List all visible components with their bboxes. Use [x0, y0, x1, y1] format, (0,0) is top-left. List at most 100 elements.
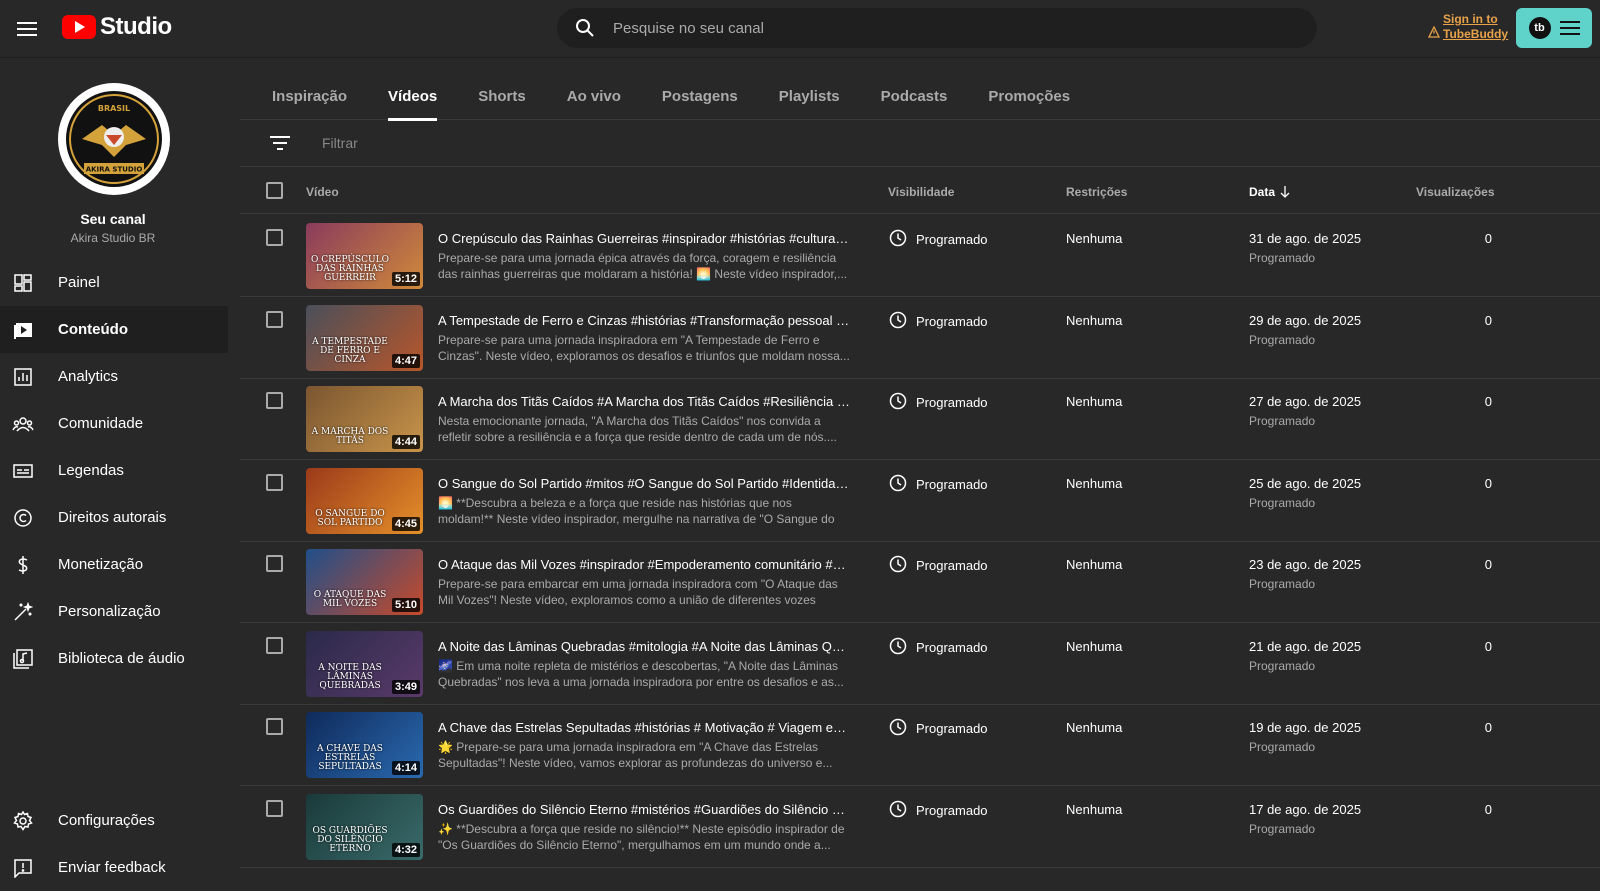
table-row[interactable]: OS GUARDIÕES DO SILÊNCIO ETERNO 4:32 Os Gu…	[240, 786, 1600, 868]
tab-playlists[interactable]: Playlists	[779, 58, 840, 120]
sidebar-item-legendas[interactable]: Legendas	[0, 447, 228, 494]
video-thumbnail[interactable]: A CHAVE DAS ESTRELAS SEPULTADAS 4:14	[306, 712, 423, 778]
row-checkbox[interactable]	[266, 636, 283, 654]
table-row[interactable]: O SANGUE DO SOL PARTIDO 4:45 O Sangue do S…	[240, 460, 1600, 542]
sidebar-item-conteudo[interactable]: Conteúdo	[0, 306, 228, 353]
column-header-date[interactable]: Data	[1249, 185, 1290, 199]
row-checkbox[interactable]	[266, 718, 283, 735]
tab-podcasts[interactable]: Podcasts	[881, 58, 948, 120]
column-header-views[interactable]: Visualizações	[1416, 185, 1495, 199]
video-title[interactable]: O Ataque das Mil Vozes #inspirador #Empo…	[438, 557, 850, 572]
video-duration: 3:49	[391, 679, 420, 694]
row-checkbox[interactable]	[266, 392, 283, 409]
row-checkbox[interactable]	[266, 229, 283, 246]
tubebuddy-sign-in-link[interactable]: Sign in to TubeBuddy	[1428, 12, 1508, 42]
studio-logo[interactable]: Studio	[62, 13, 172, 41]
tubebuddy-sign-line1[interactable]: Sign in to	[1443, 12, 1508, 27]
video-title[interactable]: Os Guardiões do Silêncio Eterno #mistéri…	[438, 802, 850, 817]
sidebar-item-enviar-feedback[interactable]: Enviar feedback	[0, 844, 228, 891]
sidebar-item-painel[interactable]: Painel	[0, 259, 228, 306]
filter-input[interactable]: Filtrar	[322, 135, 358, 151]
video-description: Nesta emocionante jornada, "A Marcha dos…	[438, 414, 837, 444]
thumbnail-title: OS GUARDIÕES DO SILÊNCIO ETERNO	[312, 825, 388, 854]
video-thumbnail[interactable]: OS GUARDIÕES DO SILÊNCIO ETERNO 4:32	[306, 793, 423, 860]
sidebar-item-label: Configurações	[58, 812, 155, 829]
visibility-cell[interactable]: Programado	[889, 800, 988, 821]
row-checkbox[interactable]	[266, 310, 283, 328]
tab-inspiracao[interactable]: Inspiração	[272, 58, 347, 120]
date-cell: 19 de ago. de 2025	[1249, 720, 1362, 735]
visibility-cell[interactable]: Programado	[889, 555, 988, 576]
sidebar-item-analytics[interactable]: Analytics	[0, 353, 228, 400]
video-thumbnail[interactable]: O CREPÚSCULO DAS RAINHAS GUERREIR 5:12	[306, 223, 423, 289]
tab-ao-vivo[interactable]: Ao vivo	[567, 58, 621, 120]
sidebar-item-label: Legendas	[58, 462, 124, 479]
date-cell: 21 de ago. de 2025	[1249, 638, 1362, 654]
table-row[interactable]: A CHAVE DAS ESTRELAS SEPULTADAS 4:14 A Cha…	[240, 704, 1600, 786]
row-checkbox[interactable]	[266, 799, 283, 817]
sidebar-item-biblioteca-de-audio[interactable]: Biblioteca de áudio	[0, 635, 228, 682]
filter-icon[interactable]	[270, 135, 290, 151]
row-checkbox[interactable]	[266, 555, 283, 572]
avatar-text-bottom: AKIRA STUDIO	[86, 166, 143, 174]
select-all-checkbox[interactable]	[266, 182, 283, 199]
visibility-cell[interactable]: Programado	[889, 392, 988, 413]
visibility-cell[interactable]: Programado	[889, 229, 988, 250]
table-row[interactable]: A TEMPESTADE DE FERRO E CINZA 4:47 A Tempe…	[240, 297, 1600, 379]
video-title[interactable]: A Chave das Estrelas Sepultadas #históri…	[438, 720, 850, 735]
video-title[interactable]: A Marcha dos Titãs Caídos #A Marcha dos …	[438, 394, 850, 409]
video-thumbnail[interactable]: O ATAQUE DAS MIL VOZES 5:10	[306, 549, 423, 615]
sidebar-item-direitos-autorais[interactable]: Direitos autorais	[0, 494, 228, 541]
tab-promocoes[interactable]: Promoções	[988, 58, 1070, 120]
search-bar[interactable]: Pesquise no seu canal	[557, 8, 1317, 48]
feedback-icon	[12, 857, 34, 879]
date-status: Programado	[1249, 332, 1316, 347]
search-input[interactable]: Pesquise no seu canal	[613, 20, 764, 37]
visibility-label: Programado	[916, 721, 988, 736]
video-thumbnail[interactable]: A NOITE DAS LÂMINAS QUEBRADAS 3:49	[306, 630, 423, 697]
magic-wand-icon	[12, 601, 34, 623]
video-thumbnail[interactable]: O SANGUE DO SOL PARTIDO 4:45	[306, 467, 423, 534]
thumbnail-title: A CHAVE DAS ESTRELAS SEPULTADAS	[317, 744, 383, 772]
video-title[interactable]: O Sangue do Sol Partido #mitos #O Sangue…	[438, 476, 850, 491]
table-row[interactable]: O ATAQUE DAS MIL VOZES 5:10 O Ataque das M…	[240, 541, 1600, 623]
column-header-restrictions: Restrições	[1066, 185, 1128, 199]
table-row[interactable]: O CREPÚSCULO DAS RAINHAS GUERREIR 5:12 O C…	[240, 215, 1600, 297]
column-header-video: Vídeo	[306, 185, 339, 199]
views-cell: 0	[1484, 394, 1492, 409]
visibility-cell[interactable]: Programado	[889, 474, 988, 495]
tab-shorts[interactable]: Shorts	[478, 58, 526, 120]
tubebuddy-sign-line2[interactable]: TubeBuddy	[1443, 27, 1508, 42]
restrictions-cell: Nenhuma	[1066, 475, 1123, 491]
sidebar-item-monetizacao[interactable]: Monetização	[0, 541, 228, 588]
tab-postagens[interactable]: Postagens	[662, 58, 738, 120]
video-description: ✨ **Descubra a força que reside no silên…	[438, 821, 845, 852]
visibility-cell[interactable]: Programado	[889, 718, 988, 739]
date-cell: 23 de ago. de 2025	[1249, 557, 1362, 572]
visibility-cell[interactable]: Programado	[889, 311, 988, 332]
sidebar-item-comunidade[interactable]: Comunidade	[0, 400, 228, 447]
video-title[interactable]: O Crepúsculo das Rainhas Guerreiras #ins…	[438, 231, 850, 246]
thumbnail-title: O SANGUE DO SOL PARTIDO	[315, 508, 385, 528]
row-checkbox[interactable]	[266, 473, 283, 491]
sidebar-item-configuracoes[interactable]: Configurações	[0, 797, 228, 844]
table-row[interactable]: A MARCHA DOS TITÃS 4:44 A Marcha dos Titãs…	[240, 378, 1600, 460]
table-row[interactable]: A NOITE DAS LÂMINAS QUEBRADAS 3:49 A Noite…	[240, 623, 1600, 705]
video-title[interactable]: A Tempestade de Ferro e Cinzas #história…	[438, 313, 850, 328]
clock-icon	[889, 229, 907, 250]
video-thumbnail[interactable]: A MARCHA DOS TITÃS 4:44	[306, 386, 423, 452]
visibility-cell[interactable]: Programado	[889, 637, 988, 658]
tubebuddy-menu-button[interactable]: tb	[1516, 8, 1592, 48]
hamburger-menu-icon[interactable]	[12, 14, 42, 44]
restrictions-cell: Nenhuma	[1066, 801, 1123, 817]
channel-avatar[interactable]: BRASIL AKIRA STUDIO	[58, 83, 170, 195]
clock-icon	[889, 392, 907, 413]
sidebar-item-personalizacao[interactable]: Personalização	[0, 588, 228, 635]
tab-videos[interactable]: Vídeos	[388, 58, 438, 121]
filter-bar: Filtrar	[240, 120, 1600, 167]
thumbnail-title: A TEMPESTADE DE FERRO E CINZA	[312, 336, 388, 365]
warning-icon	[1428, 26, 1440, 38]
video-duration: 4:14	[391, 761, 420, 775]
video-thumbnail[interactable]: A TEMPESTADE DE FERRO E CINZA 4:47	[306, 304, 423, 371]
video-title[interactable]: A Noite das Lâminas Quebradas #mitologia…	[438, 639, 850, 654]
